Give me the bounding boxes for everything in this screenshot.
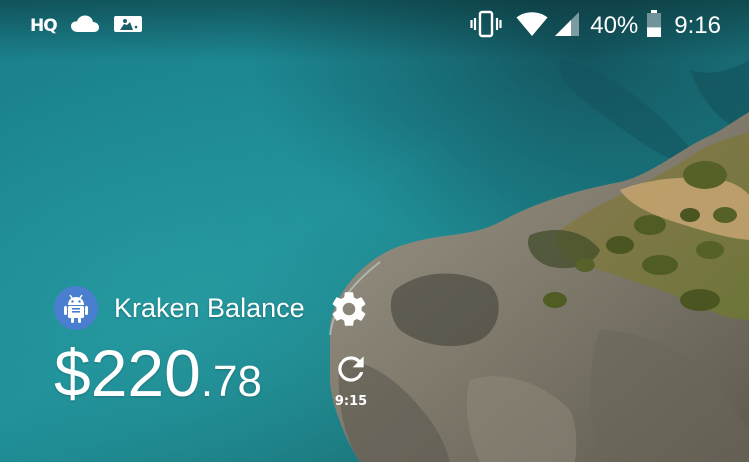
battery-percent: 40% xyxy=(590,12,639,39)
notification-icons: HQ xyxy=(30,14,143,38)
status-clock: 9:16 xyxy=(674,12,721,39)
balance-cents: .78 xyxy=(200,357,262,406)
widget-title: Kraken Balance xyxy=(114,293,305,323)
hq-trivia-icon: HQ xyxy=(30,15,58,36)
cell-signal-icon xyxy=(554,11,580,42)
system-icons: 40% 9:16 xyxy=(470,9,721,43)
balance-dollars: $220 xyxy=(54,336,201,410)
gear-icon[interactable] xyxy=(328,288,370,330)
android-icon[interactable] xyxy=(54,286,98,330)
cloud-icon xyxy=(70,14,100,39)
vibrate-icon xyxy=(470,10,502,43)
mlb-icon xyxy=(113,14,143,39)
wifi-icon xyxy=(516,11,548,42)
home-screen: HQ 40% 9:16 Kraken Balance $220.78 9:15 xyxy=(0,0,749,462)
refresh-icon[interactable] xyxy=(332,350,370,388)
last-refresh-time: 9:15 xyxy=(334,394,368,409)
battery-icon xyxy=(646,9,662,43)
kraken-balance-widget[interactable]: Kraken Balance $220.78 9:15 xyxy=(54,286,384,426)
balance-amount: $220.78 xyxy=(54,340,262,406)
status-bar: HQ 40% 9:16 xyxy=(0,0,749,52)
